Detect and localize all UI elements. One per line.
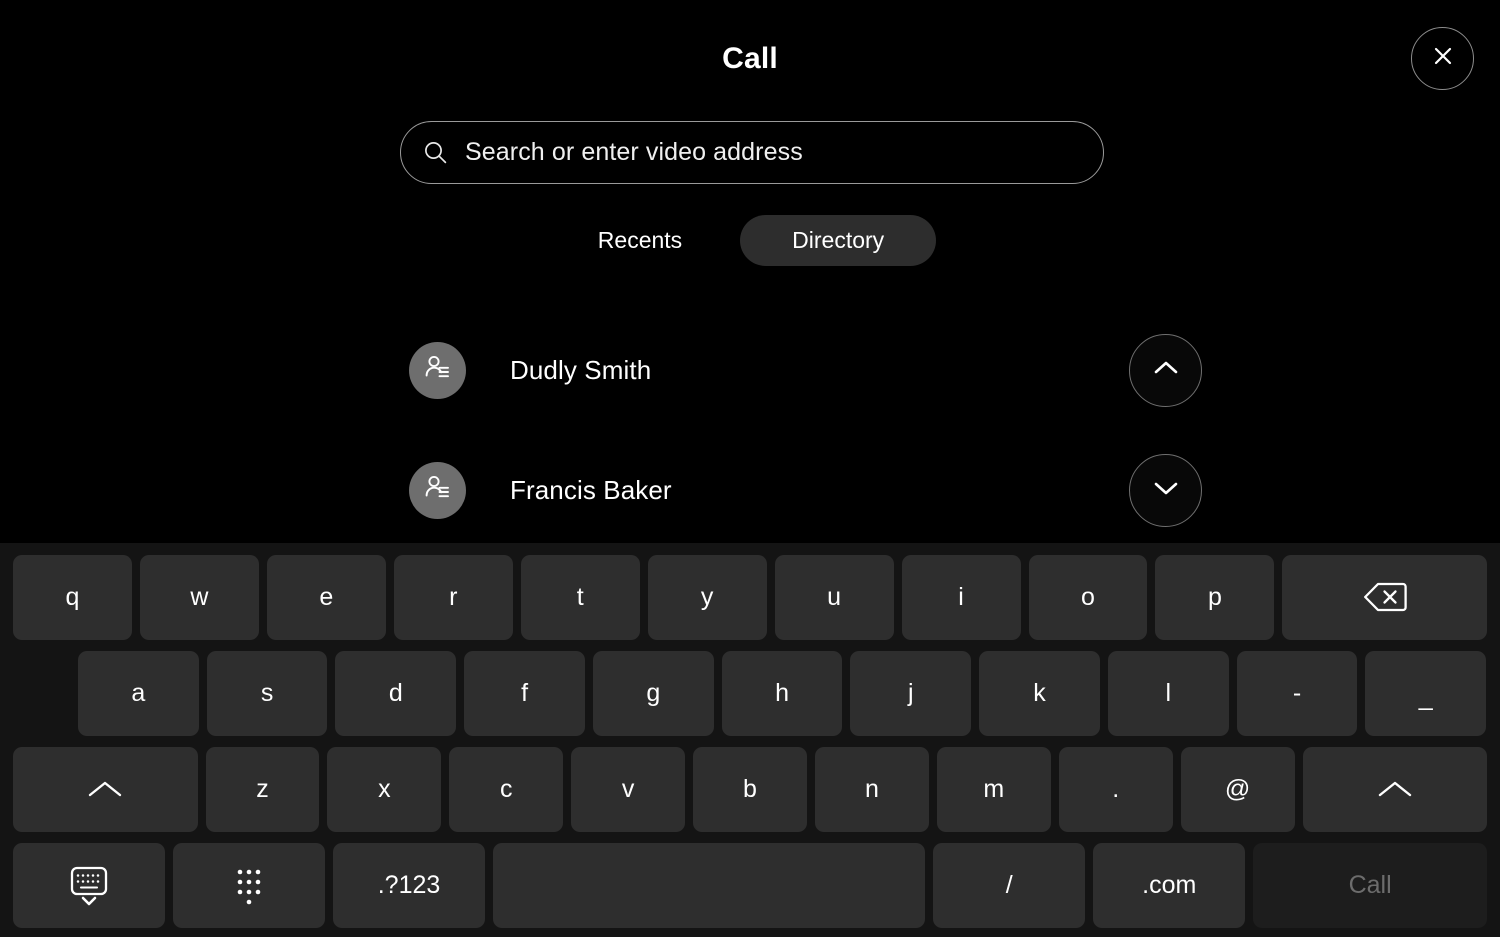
contact-card-icon: [421, 471, 454, 509]
key-hyphen[interactable]: -: [1236, 650, 1358, 736]
dialpad-icon: [227, 861, 271, 909]
key-z[interactable]: z: [205, 746, 320, 832]
key-k[interactable]: k: [979, 650, 1100, 736]
key-v[interactable]: v: [571, 746, 686, 832]
key-space[interactable]: [493, 842, 926, 928]
key-n[interactable]: n: [814, 746, 929, 832]
key-y[interactable]: y: [647, 554, 767, 640]
call-screen: Call Search or enter video address Recen…: [0, 0, 1500, 937]
key-m[interactable]: m: [936, 746, 1051, 832]
key-x[interactable]: x: [327, 746, 442, 832]
key-d[interactable]: d: [335, 650, 457, 736]
contact-card-icon: [421, 351, 454, 389]
key-i[interactable]: i: [901, 554, 1021, 640]
key-backspace[interactable]: [1282, 554, 1487, 640]
key-s[interactable]: s: [206, 650, 328, 736]
key-r[interactable]: r: [393, 554, 513, 640]
key-f[interactable]: f: [464, 650, 585, 736]
call-tabs: Recents Directory: [0, 215, 1500, 266]
key-hide-keyboard[interactable]: [13, 842, 165, 928]
search-icon: [422, 139, 449, 166]
key-g[interactable]: g: [592, 650, 714, 736]
key-l[interactable]: l: [1107, 650, 1229, 736]
call-panel: Call Search or enter video address Recen…: [0, 0, 1500, 543]
keyboard-row-2: a s d f g h j k l - _: [0, 647, 1500, 739]
scroll-down-button[interactable]: [1129, 453, 1202, 527]
key-underscore[interactable]: _: [1365, 650, 1487, 736]
shift-icon: [83, 774, 127, 804]
key-w[interactable]: w: [139, 554, 259, 640]
keyboard-row-4: .?123 / .com Call: [0, 839, 1500, 931]
search-placeholder: Search or enter video address: [465, 138, 803, 166]
key-h[interactable]: h: [721, 650, 843, 736]
key-period[interactable]: .: [1058, 746, 1173, 832]
hide-keyboard-icon: [62, 861, 116, 909]
search-input[interactable]: Search or enter video address: [400, 121, 1104, 184]
chevron-down-icon: [1149, 471, 1183, 510]
close-button[interactable]: [1411, 27, 1474, 90]
contact-list: Dudly Smith Francis Baker: [0, 310, 1500, 550]
key-call[interactable]: Call: [1253, 842, 1487, 928]
shift-icon: [1373, 774, 1417, 804]
key-j[interactable]: j: [850, 650, 972, 736]
key-c[interactable]: c: [449, 746, 564, 832]
avatar: [409, 461, 466, 519]
page-title: Call: [722, 42, 778, 75]
key-dialpad[interactable]: [173, 842, 325, 928]
scroll-up-button[interactable]: [1129, 333, 1202, 407]
contact-name: Francis Baker: [510, 474, 672, 505]
contact-row[interactable]: Dudly Smith: [0, 310, 1500, 430]
chevron-up-icon: [1149, 351, 1183, 390]
key-p[interactable]: p: [1155, 554, 1275, 640]
contact-name: Dudly Smith: [510, 354, 652, 385]
key-u[interactable]: u: [774, 554, 894, 640]
keyboard-row-3: z x c v b n m . @: [0, 743, 1500, 835]
key-o[interactable]: o: [1028, 554, 1148, 640]
key-e[interactable]: e: [266, 554, 386, 640]
key-t[interactable]: t: [520, 554, 640, 640]
key-shift-right[interactable]: [1302, 746, 1488, 832]
key-symbols[interactable]: .?123: [333, 842, 485, 928]
backspace-icon: [1362, 580, 1408, 614]
keyboard-row-1: q w e r t y u i o p: [0, 551, 1500, 643]
key-b[interactable]: b: [693, 746, 807, 832]
avatar: [409, 341, 466, 399]
key-shift-left[interactable]: [13, 746, 198, 832]
key-at[interactable]: @: [1180, 746, 1295, 832]
key-dot-com[interactable]: .com: [1093, 842, 1246, 928]
close-icon: [1428, 41, 1458, 76]
tab-directory[interactable]: Directory: [740, 215, 937, 266]
tab-recents[interactable]: Recents: [564, 215, 716, 266]
key-q[interactable]: q: [13, 554, 132, 640]
key-a[interactable]: a: [78, 650, 199, 736]
contact-row[interactable]: Francis Baker: [0, 430, 1500, 550]
key-slash[interactable]: /: [933, 842, 1086, 928]
on-screen-keyboard: q w e r t y u i o p a s d f g h j k l - …: [0, 543, 1500, 937]
